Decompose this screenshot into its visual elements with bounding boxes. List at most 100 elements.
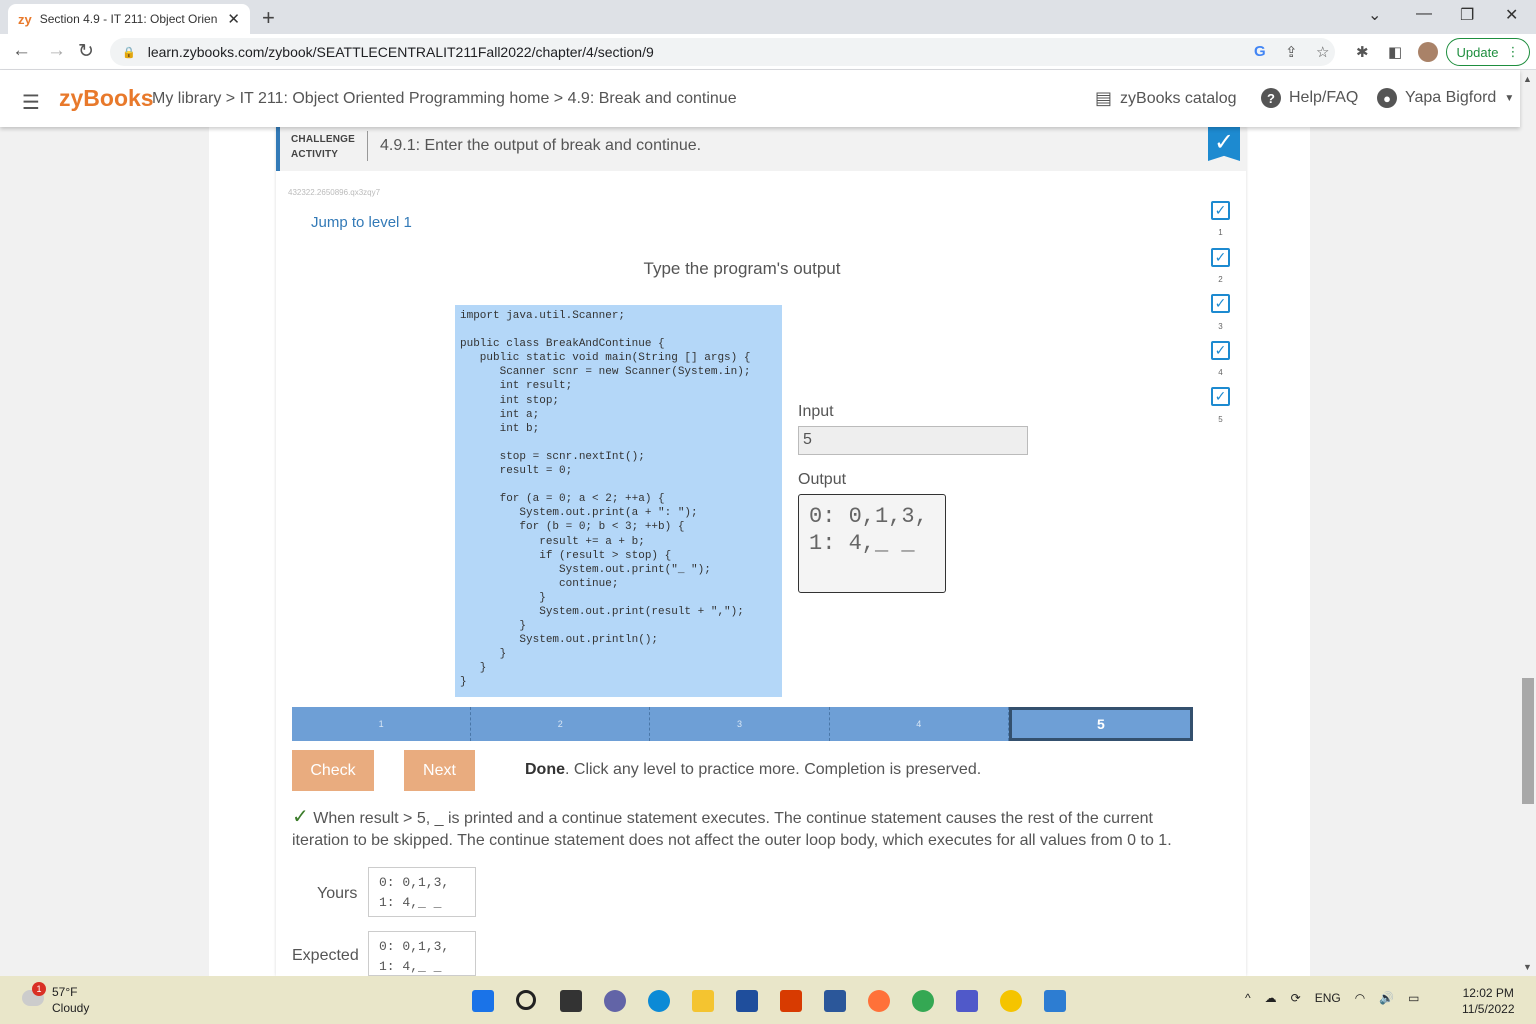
close-window-icon[interactable]: ✕ xyxy=(1505,5,1518,25)
level-2-check-icon[interactable]: ✓ xyxy=(1211,248,1230,267)
breadcrumb[interactable]: My library > IT 211: Object Oriented Pro… xyxy=(152,90,737,108)
level-segment-5[interactable]: 5 xyxy=(1008,707,1194,741)
lock-icon: 🔒 xyxy=(122,46,136,59)
clock-time: 12:02 PM xyxy=(1462,986,1514,1000)
forward-icon[interactable]: → xyxy=(47,40,66,62)
temperature: 57°F xyxy=(52,985,78,999)
back-icon[interactable]: ← xyxy=(12,40,31,62)
code-line: int stop; xyxy=(460,394,560,407)
header-divider xyxy=(367,131,368,161)
firefox-icon[interactable] xyxy=(868,990,890,1012)
level-segment-2[interactable]: 2 xyxy=(471,707,651,741)
zybooks-logo[interactable]: zyBooks xyxy=(59,85,154,112)
norton-icon[interactable] xyxy=(1000,990,1022,1012)
catalog-link[interactable]: ▤ zyBooks catalog xyxy=(1095,88,1237,109)
done-bold: Done xyxy=(525,761,565,778)
level-5-check-icon[interactable]: ✓ xyxy=(1211,387,1230,406)
level-progress-bar: 1 2 3 4 5 xyxy=(292,707,1194,741)
activity-title: 4.9.1: Enter the output of break and con… xyxy=(380,137,702,154)
output-label: Output xyxy=(798,471,847,488)
reload-icon[interactable]: ↻ xyxy=(78,40,94,63)
scrollbar-thumb[interactable] xyxy=(1522,678,1534,804)
weather-widget[interactable]: 1 57°F Cloudy xyxy=(22,982,90,1016)
kebab-menu-icon: ⋮ xyxy=(1506,44,1520,59)
word-icon[interactable] xyxy=(824,990,846,1012)
level-1-check-icon[interactable]: ✓ xyxy=(1211,201,1230,220)
caret-down-icon: ▼ xyxy=(1504,92,1515,104)
sync-icon[interactable]: ⟳ xyxy=(1291,991,1301,1005)
volume-icon[interactable]: 🔊 xyxy=(1379,991,1394,1005)
level-3-check-icon[interactable]: ✓ xyxy=(1211,294,1230,313)
share-icon[interactable]: ⇪ xyxy=(1285,43,1298,61)
code-line: stop = scnr.nextInt(); xyxy=(460,450,645,463)
code-line: System.out.print("_ "); xyxy=(460,563,711,576)
clock-date: 11/5/2022 xyxy=(1462,1002,1515,1016)
code-line: int a; xyxy=(460,408,540,421)
level-segment-4[interactable]: 4 xyxy=(829,707,1009,741)
level-segment-1[interactable]: 1 xyxy=(292,707,472,741)
file-explorer-icon[interactable] xyxy=(692,990,714,1012)
store-icon[interactable] xyxy=(736,990,758,1012)
code-line: } xyxy=(460,676,467,689)
google-icon[interactable]: G xyxy=(1254,43,1266,60)
update-button[interactable]: Update ⋮ xyxy=(1446,38,1530,66)
catalog-label: zyBooks catalog xyxy=(1120,89,1237,107)
cloud-icon: 1 xyxy=(22,982,46,1006)
tab-close-icon[interactable]: ✕ xyxy=(227,10,240,28)
tab-search-icon[interactable]: ⌄ xyxy=(1368,5,1381,25)
browser-tab[interactable]: zy Section 4.9 - IT 211: Object Orien ✕ xyxy=(8,4,250,34)
input-value: 5 xyxy=(798,426,1028,455)
task-view-icon[interactable] xyxy=(560,990,582,1012)
page-scrollbar[interactable] xyxy=(1520,70,1536,976)
help-link[interactable]: ? Help/FAQ xyxy=(1261,88,1358,108)
side-panel-icon[interactable]: ◧ xyxy=(1388,43,1402,61)
teams-icon[interactable] xyxy=(956,990,978,1012)
restore-icon[interactable]: ❐ xyxy=(1460,5,1474,25)
clock[interactable]: 12:02 PM 11/5/2022 xyxy=(1462,985,1515,1017)
windows-taskbar: 1 57°F Cloudy ^ ☁ ⟳ ENG ◠ 🔊 ▭ 12:02 PM 1… xyxy=(0,976,1536,1024)
level-4-check-icon[interactable]: ✓ xyxy=(1211,341,1230,360)
check-button[interactable]: Check xyxy=(292,750,374,791)
level-4-number: 4 xyxy=(1218,368,1223,377)
language-indicator[interactable]: ENG xyxy=(1315,991,1341,1005)
code-line: int result; xyxy=(460,380,573,393)
extensions-icon[interactable]: ✱ xyxy=(1356,43,1369,61)
address-bar: ← → ↻ 🔒 learn.zybooks.com/zybook/SEATTLE… xyxy=(0,34,1536,70)
chrome-icon[interactable] xyxy=(912,990,934,1012)
weather-condition: Cloudy xyxy=(52,1001,90,1015)
photos-icon[interactable] xyxy=(1044,990,1066,1012)
next-button[interactable]: Next xyxy=(404,750,475,791)
done-message: Done. Click any level to practice more. … xyxy=(525,761,981,779)
chat-icon[interactable] xyxy=(604,990,626,1012)
zybooks-header: ☰ zyBooks My library > IT 211: Object Or… xyxy=(0,70,1520,127)
wifi-icon[interactable]: ◠ xyxy=(1355,991,1365,1005)
level-segment-3[interactable]: 3 xyxy=(650,707,830,741)
code-line: System.out.print(result + ","); xyxy=(460,605,744,618)
new-tab-icon[interactable]: + xyxy=(262,5,275,31)
show-hidden-icons-icon[interactable]: ^ xyxy=(1245,991,1251,1005)
onedrive-icon[interactable]: ☁ xyxy=(1265,991,1277,1005)
office-icon[interactable] xyxy=(780,990,802,1012)
profile-avatar[interactable] xyxy=(1418,42,1438,62)
windows-start-icon[interactable] xyxy=(472,990,494,1012)
minimize-icon[interactable]: — xyxy=(1416,5,1432,23)
edge-icon[interactable] xyxy=(648,990,670,1012)
user-menu[interactable]: ● Yapa Bigford ▼ xyxy=(1377,88,1514,108)
level-5-number: 5 xyxy=(1218,415,1223,424)
battery-icon[interactable]: ▭ xyxy=(1408,991,1419,1005)
explanation-text: When result > 5, _ is printed and a cont… xyxy=(292,810,1172,849)
bookmark-star-icon[interactable]: ☆ xyxy=(1316,43,1329,61)
output-textarea[interactable]: 0: 0,1,3, 1: 4,_ _ xyxy=(798,494,946,593)
weather-badge: 1 xyxy=(32,982,46,996)
menu-hamburger-icon[interactable]: ☰ xyxy=(22,90,40,115)
jump-to-level-link[interactable]: Jump to level 1 xyxy=(311,214,412,231)
activity-id: 432322.2650896.qx3zqy7 xyxy=(288,188,381,197)
help-label: Help/FAQ xyxy=(1289,89,1359,106)
search-icon[interactable] xyxy=(516,990,536,1010)
scroll-up-icon[interactable]: ▲ xyxy=(1523,74,1532,84)
tab-title: Section 4.9 - IT 211: Object Orien xyxy=(39,12,218,26)
url-field[interactable]: 🔒 learn.zybooks.com/zybook/SEATTLECENTRA… xyxy=(110,38,1335,66)
scroll-down-icon[interactable]: ▼ xyxy=(1523,962,1532,972)
